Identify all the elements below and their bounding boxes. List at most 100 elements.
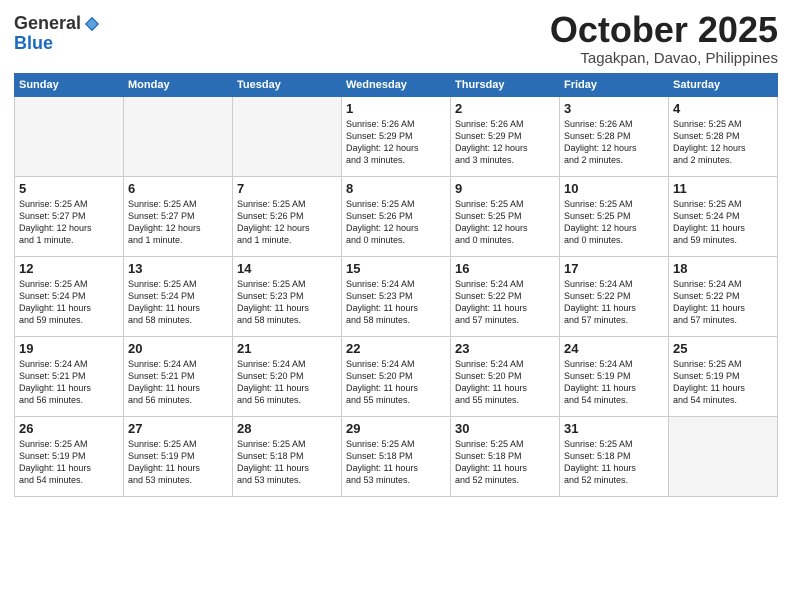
cell-info: Sunrise: 5:25 AMSunset: 5:18 PMDaylight:…: [346, 438, 446, 487]
week-row-3: 12 Sunrise: 5:25 AMSunset: 5:24 PMDayligh…: [15, 256, 778, 336]
cell-info: Sunrise: 5:26 AMSunset: 5:29 PMDaylight:…: [346, 118, 446, 167]
day-number: 18: [673, 261, 773, 276]
calendar-cell: 5 Sunrise: 5:25 AMSunset: 5:27 PMDaylight…: [15, 176, 124, 256]
calendar-cell: 24 Sunrise: 5:24 AMSunset: 5:19 PMDayligh…: [560, 336, 669, 416]
calendar-cell: 10 Sunrise: 5:25 AMSunset: 5:25 PMDayligh…: [560, 176, 669, 256]
cell-info: Sunrise: 5:25 AMSunset: 5:18 PMDaylight:…: [455, 438, 555, 487]
cell-info: Sunrise: 5:25 AMSunset: 5:25 PMDaylight:…: [564, 198, 664, 247]
day-number: 4: [673, 101, 773, 116]
title-block: October 2025 Tagakpan, Davao, Philippine…: [550, 10, 778, 67]
calendar-cell: 21 Sunrise: 5:24 AMSunset: 5:20 PMDayligh…: [233, 336, 342, 416]
day-number: 31: [564, 421, 664, 436]
day-number: 11: [673, 181, 773, 196]
cell-info: Sunrise: 5:24 AMSunset: 5:20 PMDaylight:…: [455, 358, 555, 407]
header: General Blue October 2025 Tagakpan, Dava…: [14, 10, 778, 67]
day-number: 13: [128, 261, 228, 276]
calendar-cell: 14 Sunrise: 5:25 AMSunset: 5:23 PMDayligh…: [233, 256, 342, 336]
calendar-cell: 15 Sunrise: 5:24 AMSunset: 5:23 PMDayligh…: [342, 256, 451, 336]
calendar-cell: [15, 96, 124, 176]
cell-info: Sunrise: 5:25 AMSunset: 5:28 PMDaylight:…: [673, 118, 773, 167]
cell-info: Sunrise: 5:25 AMSunset: 5:23 PMDaylight:…: [237, 278, 337, 327]
day-number: 3: [564, 101, 664, 116]
calendar-cell: 9Sunrise: 5:25 AMSunset: 5:25 PMDaylight…: [451, 176, 560, 256]
day-number: 7: [237, 181, 337, 196]
calendar-cell: 19 Sunrise: 5:24 AMSunset: 5:21 PMDayligh…: [15, 336, 124, 416]
weekday-header-saturday: Saturday: [669, 73, 778, 96]
cell-info: Sunrise: 5:25 AMSunset: 5:27 PMDaylight:…: [128, 198, 228, 247]
cell-info: Sunrise: 5:24 AMSunset: 5:20 PMDaylight:…: [237, 358, 337, 407]
weekday-header-sunday: Sunday: [15, 73, 124, 96]
weekday-header-row: SundayMondayTuesdayWednesdayThursdayFrid…: [15, 73, 778, 96]
calendar-cell: [233, 96, 342, 176]
cell-info: Sunrise: 5:25 AMSunset: 5:27 PMDaylight:…: [19, 198, 119, 247]
day-number: 6: [128, 181, 228, 196]
day-number: 1: [346, 101, 446, 116]
month-title: October 2025: [550, 10, 778, 50]
day-number: 2: [455, 101, 555, 116]
weekday-header-monday: Monday: [124, 73, 233, 96]
day-number: 5: [19, 181, 119, 196]
calendar-cell: 12 Sunrise: 5:25 AMSunset: 5:24 PMDayligh…: [15, 256, 124, 336]
day-number: 8: [346, 181, 446, 196]
day-number: 22: [346, 341, 446, 356]
calendar-cell: 28Sunrise: 5:25 AMSunset: 5:18 PMDayligh…: [233, 416, 342, 496]
calendar-cell: 23 Sunrise: 5:24 AMSunset: 5:20 PMDayligh…: [451, 336, 560, 416]
weekday-header-thursday: Thursday: [451, 73, 560, 96]
cell-info: Sunrise: 5:24 AMSunset: 5:22 PMDaylight:…: [455, 278, 555, 327]
calendar-cell: 4 Sunrise: 5:25 AMSunset: 5:28 PMDaylight…: [669, 96, 778, 176]
week-row-1: 1 Sunrise: 5:26 AMSunset: 5:29 PMDaylight…: [15, 96, 778, 176]
calendar-cell: 3 Sunrise: 5:26 AMSunset: 5:28 PMDaylight…: [560, 96, 669, 176]
location-title: Tagakpan, Davao, Philippines: [550, 50, 778, 67]
day-number: 12: [19, 261, 119, 276]
logo-general-text: General: [14, 14, 81, 34]
day-number: 21: [237, 341, 337, 356]
week-row-5: 26Sunrise: 5:25 AMSunset: 5:19 PMDayligh…: [15, 416, 778, 496]
calendar-cell: 26Sunrise: 5:25 AMSunset: 5:19 PMDayligh…: [15, 416, 124, 496]
cell-info: Sunrise: 5:24 AMSunset: 5:22 PMDaylight:…: [673, 278, 773, 327]
cell-info: Sunrise: 5:24 AMSunset: 5:21 PMDaylight:…: [128, 358, 228, 407]
calendar-cell: 11 Sunrise: 5:25 AMSunset: 5:24 PMDayligh…: [669, 176, 778, 256]
day-number: 17: [564, 261, 664, 276]
cell-info: Sunrise: 5:25 AMSunset: 5:19 PMDaylight:…: [128, 438, 228, 487]
calendar-cell: 20 Sunrise: 5:24 AMSunset: 5:21 PMDayligh…: [124, 336, 233, 416]
weekday-header-wednesday: Wednesday: [342, 73, 451, 96]
week-row-4: 19 Sunrise: 5:24 AMSunset: 5:21 PMDayligh…: [15, 336, 778, 416]
day-number: 9: [455, 181, 555, 196]
day-number: 15: [346, 261, 446, 276]
calendar-cell: 30 Sunrise: 5:25 AMSunset: 5:18 PMDayligh…: [451, 416, 560, 496]
calendar-cell: 25Sunrise: 5:25 AMSunset: 5:19 PMDayligh…: [669, 336, 778, 416]
cell-info: Sunrise: 5:26 AMSunset: 5:28 PMDaylight:…: [564, 118, 664, 167]
calendar-cell: 18 Sunrise: 5:24 AMSunset: 5:22 PMDayligh…: [669, 256, 778, 336]
cell-info: Sunrise: 5:24 AMSunset: 5:23 PMDaylight:…: [346, 278, 446, 327]
day-number: 16: [455, 261, 555, 276]
calendar-cell: 29Sunrise: 5:25 AMSunset: 5:18 PMDayligh…: [342, 416, 451, 496]
calendar-cell: 8 Sunrise: 5:25 AMSunset: 5:26 PMDaylight…: [342, 176, 451, 256]
cell-info: Sunrise: 5:24 AMSunset: 5:19 PMDaylight:…: [564, 358, 664, 407]
cell-info: Sunrise: 5:24 AMSunset: 5:22 PMDaylight:…: [564, 278, 664, 327]
cell-info: Sunrise: 5:25 AMSunset: 5:18 PMDaylight:…: [564, 438, 664, 487]
day-number: 14: [237, 261, 337, 276]
day-number: 27: [128, 421, 228, 436]
day-number: 19: [19, 341, 119, 356]
calendar-cell: 6 Sunrise: 5:25 AMSunset: 5:27 PMDaylight…: [124, 176, 233, 256]
cell-info: Sunrise: 5:25 AMSunset: 5:24 PMDaylight:…: [673, 198, 773, 247]
day-number: 10: [564, 181, 664, 196]
cell-info: Sunrise: 5:25 AMSunset: 5:26 PMDaylight:…: [237, 198, 337, 247]
cell-info: Sunrise: 5:25 AMSunset: 5:26 PMDaylight:…: [346, 198, 446, 247]
day-number: 30: [455, 421, 555, 436]
calendar-cell: [124, 96, 233, 176]
day-number: 23: [455, 341, 555, 356]
calendar-cell: 2 Sunrise: 5:26 AMSunset: 5:29 PMDaylight…: [451, 96, 560, 176]
cell-info: Sunrise: 5:25 AMSunset: 5:24 PMDaylight:…: [19, 278, 119, 327]
day-number: 24: [564, 341, 664, 356]
day-number: 20: [128, 341, 228, 356]
cell-info: Sunrise: 5:26 AMSunset: 5:29 PMDaylight:…: [455, 118, 555, 167]
cell-info: Sunrise: 5:25 AMSunset: 5:24 PMDaylight:…: [128, 278, 228, 327]
cell-info: Sunrise: 5:24 AMSunset: 5:21 PMDaylight:…: [19, 358, 119, 407]
logo-blue-text: Blue: [14, 34, 101, 54]
calendar-cell: [669, 416, 778, 496]
cell-info: Sunrise: 5:25 AMSunset: 5:19 PMDaylight:…: [19, 438, 119, 487]
day-number: 25: [673, 341, 773, 356]
calendar-cell: 31 Sunrise: 5:25 AMSunset: 5:18 PMDayligh…: [560, 416, 669, 496]
calendar-cell: 22Sunrise: 5:24 AMSunset: 5:20 PMDayligh…: [342, 336, 451, 416]
